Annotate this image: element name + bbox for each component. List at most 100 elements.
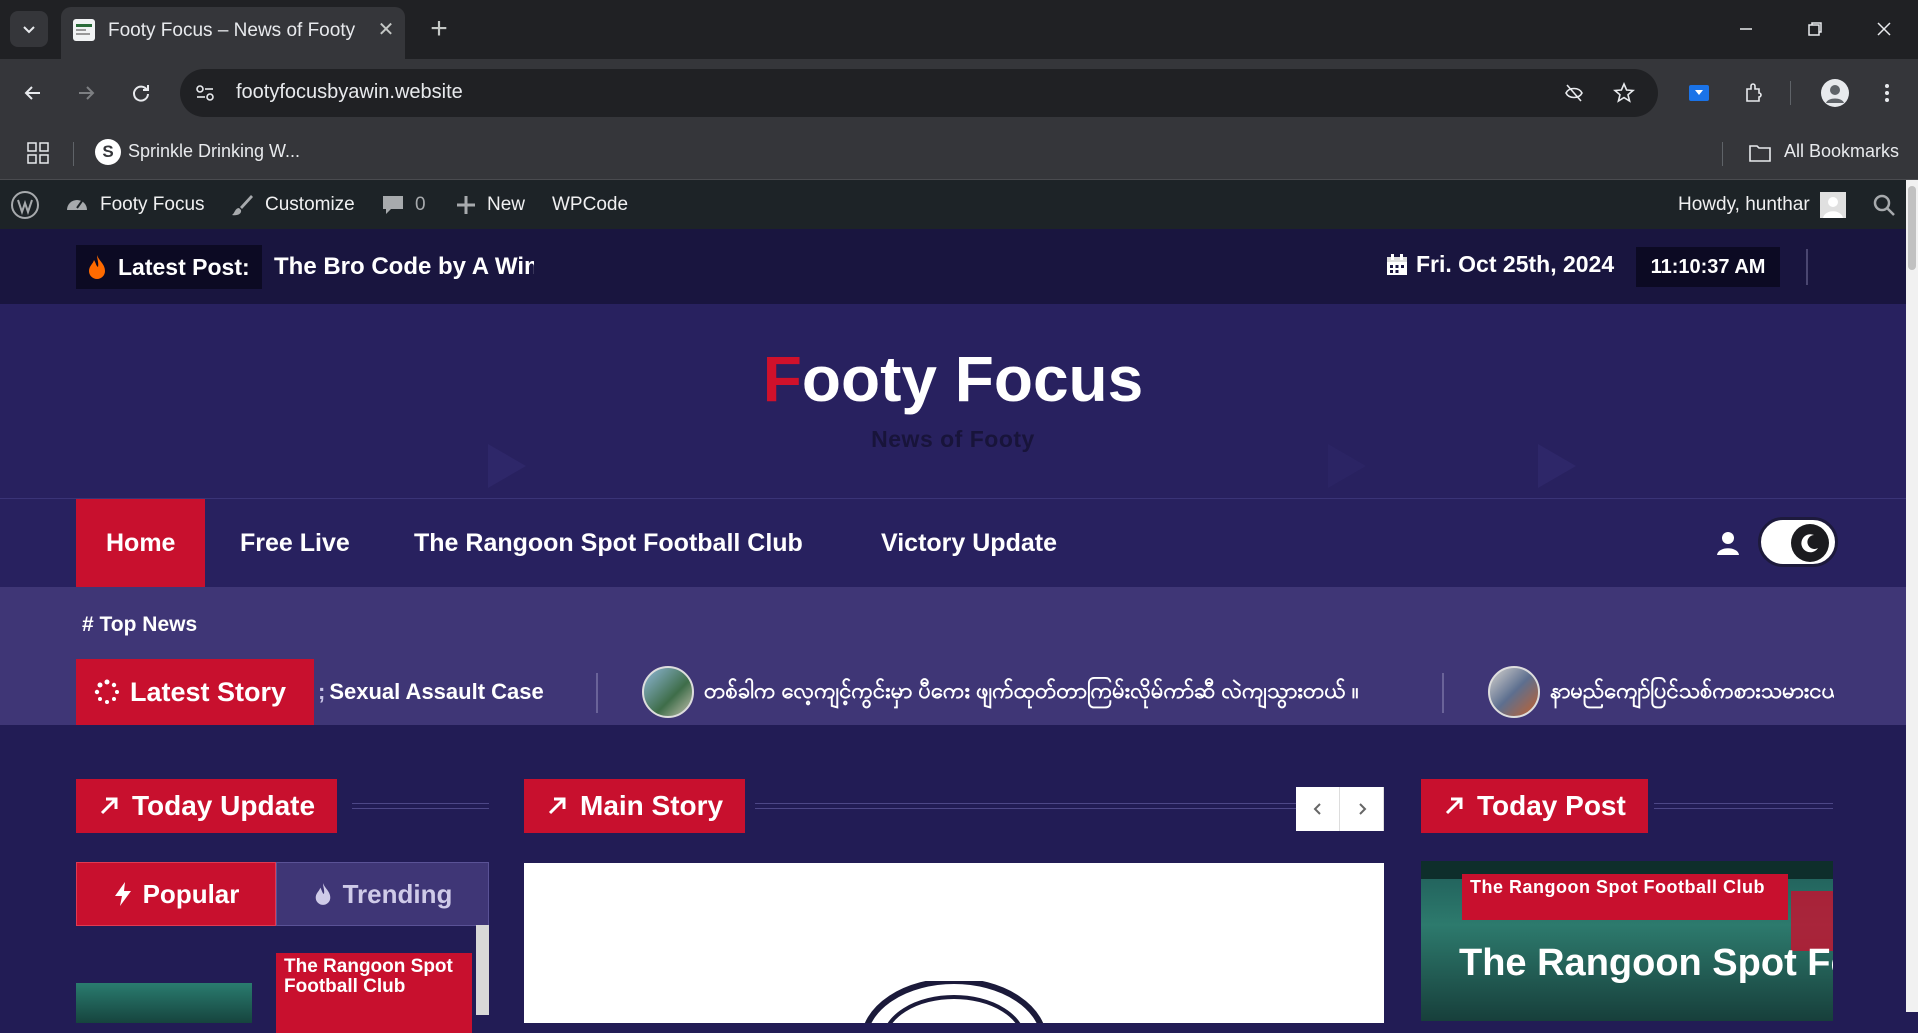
ticker-item[interactable]: နာမည်ကျော်ပြင်သစ်ကစားသမားငယ	[1488, 659, 1834, 725]
bookmark-sprinkle[interactable]: Sprinkle Drinking W...	[128, 141, 300, 162]
tab-trending-label: Trending	[342, 878, 453, 909]
plus-icon	[457, 195, 475, 214]
tab-popular[interactable]: Popular	[76, 862, 276, 926]
wp-wpcode-link[interactable]: WPCode	[552, 180, 628, 229]
nav-item-victory-update[interactable]: Victory Update	[881, 499, 1057, 587]
today-post-headline[interactable]: The Rangoon Spot Football	[1459, 941, 1833, 985]
tab-search-button[interactable]	[10, 11, 48, 47]
calendar-icon	[1387, 253, 1407, 275]
browser-tab-bar: Footy Focus – News of Footy ✕ +	[0, 0, 1918, 59]
address-bar[interactable]: footyfocusbyawin.website	[180, 69, 1658, 117]
minimize-button[interactable]	[1728, 12, 1764, 46]
page-scrollbar-track[interactable]	[1906, 180, 1918, 1012]
more-vertical-icon	[1885, 84, 1889, 102]
dark-mode-toggle[interactable]	[1758, 517, 1838, 567]
moon-icon	[1791, 524, 1829, 562]
tab-title: Footy Focus – News of Footy	[108, 20, 356, 41]
latest-post-headline[interactable]: The Bro Code by A Win	[274, 253, 534, 281]
slider-next-button[interactable]	[1340, 787, 1384, 831]
restore-button[interactable]	[1797, 12, 1833, 46]
main-content: Today Update Popular Trending The Rangoo…	[0, 725, 1906, 1033]
ticker-item[interactable]: တစ်ခါက လေ့ကျင့်ကွင်းမှာ ပီကေး ဖျက်ထုတ်တာ…	[642, 659, 1359, 725]
forward-button[interactable]	[69, 76, 103, 110]
main-story-logo-image	[864, 981, 1044, 1023]
section-rule	[755, 803, 1296, 809]
search-icon	[1873, 194, 1895, 216]
dashboard-gauge-icon	[67, 199, 87, 210]
site-title-first-letter: F	[762, 343, 802, 415]
popular-list-scrollbar[interactable]	[476, 925, 489, 1015]
wordpress-logo-button[interactable]	[10, 180, 40, 229]
ticker-thumbnail	[642, 666, 694, 718]
apps-grid-icon[interactable]	[27, 142, 49, 164]
current-date-text: Fri. Oct 25th, 2024	[1416, 251, 1615, 277]
new-tab-button[interactable]: +	[422, 12, 456, 46]
all-bookmarks-link[interactable]: All Bookmarks	[1784, 141, 1899, 162]
tab-trending[interactable]: Trending	[276, 862, 489, 926]
chevron-down-icon	[23, 26, 35, 34]
spinner-icon	[94, 679, 119, 704]
wp-new-menu[interactable]: New	[455, 180, 525, 229]
nav-item-rangoon-spot[interactable]: The Rangoon Spot Football Club	[414, 499, 803, 587]
chevron-left-icon	[1313, 803, 1321, 815]
star-icon[interactable]	[1612, 81, 1636, 105]
restore-icon	[1808, 22, 1822, 36]
reload-icon	[133, 85, 149, 102]
main-story-card[interactable]	[524, 863, 1384, 1023]
wp-comments-count: 0	[415, 193, 426, 215]
top-strip-divider	[1806, 249, 1808, 285]
browser-tab-active[interactable]: Footy Focus – News of Footy ✕	[61, 7, 405, 59]
browser-menu-button[interactable]	[1870, 76, 1904, 110]
latest-story-label: Latest Story	[130, 676, 287, 707]
ticker-item[interactable]: ; Sexual Assault Case	[320, 659, 544, 725]
site-title-rest: ooty Focus	[801, 343, 1144, 415]
nav-item-free-live[interactable]: Free Live	[240, 499, 350, 587]
reload-button[interactable]	[124, 76, 158, 110]
wp-comments-link[interactable]: 0	[381, 180, 426, 229]
wp-customize-label: Customize	[265, 193, 355, 215]
wp-customize-link[interactable]: Customize	[229, 180, 355, 229]
wp-account-menu[interactable]: Howdy, hunthar	[1678, 180, 1846, 229]
url-text: footyfocusbyawin.website	[236, 81, 463, 103]
close-window-button[interactable]	[1866, 12, 1902, 46]
extensions-menu-button[interactable]	[1737, 76, 1771, 110]
slider-prev-button[interactable]	[1296, 787, 1340, 831]
user-account-icon[interactable]	[1716, 531, 1740, 555]
section-rule	[352, 803, 489, 809]
today-post-title: Today Post	[1477, 790, 1626, 821]
wp-admin-bar: Footy Focus Customize 0 New WPCode Howdy…	[0, 180, 1918, 229]
today-post-category[interactable]: The Rangoon Spot Football Club	[1462, 874, 1788, 920]
close-tab-icon[interactable]: ✕	[375, 19, 397, 41]
wp-site-name-menu[interactable]: Footy Focus	[64, 180, 205, 229]
arrow-up-right-icon	[100, 797, 118, 815]
arrow-up-right-icon	[548, 797, 566, 815]
wp-howdy-text: Howdy, hunthar	[1678, 193, 1810, 215]
today-post-card[interactable]: The Rangoon Spot Football Club The Rango…	[1421, 861, 1833, 1021]
today-post-heading: Today Post	[1421, 779, 1648, 833]
flame-icon	[89, 255, 105, 279]
minimize-icon	[1740, 28, 1752, 30]
ticker-separator	[596, 673, 598, 713]
popular-post-category[interactable]: The Rangoon Spot Football Club	[276, 953, 472, 1033]
ticker-item-text: တစ်ခါက လေ့ကျင့်ကွင်းမှာ ပီကေး ဖျက်ထုတ်တာ…	[704, 677, 1359, 703]
wp-search-button[interactable]	[1872, 180, 1896, 229]
avatar-icon	[1821, 79, 1849, 107]
popular-post-thumbnail[interactable]	[76, 983, 252, 1023]
news-ticker: ; Sexual Assault Case တစ်ခါက လေ့ကျင့်ကွင…	[320, 659, 1834, 725]
back-button[interactable]	[16, 76, 50, 110]
flame-icon	[315, 883, 330, 905]
wordpress-icon	[11, 190, 39, 219]
profile-button[interactable]	[1818, 76, 1852, 110]
extension-button[interactable]	[1682, 76, 1716, 110]
comment-bubble-icon	[383, 195, 403, 214]
page-scrollbar-thumb[interactable]	[1908, 186, 1916, 270]
site-info-icon[interactable]	[194, 82, 216, 104]
user-avatar-icon	[1819, 191, 1846, 218]
main-story-title: Main Story	[580, 790, 724, 821]
eye-off-icon[interactable]	[1562, 81, 1586, 105]
site-top-strip: Latest Post: The Bro Code by A Win Fri. …	[0, 229, 1906, 304]
ticker-item-text: နာမည်ကျော်ပြင်သစ်ကစားသမားငယ	[1550, 677, 1834, 703]
site-title[interactable]: Footy Focus	[0, 342, 1906, 416]
today-update-title: Today Update	[132, 790, 316, 821]
nav-item-home[interactable]: Home	[76, 499, 206, 587]
